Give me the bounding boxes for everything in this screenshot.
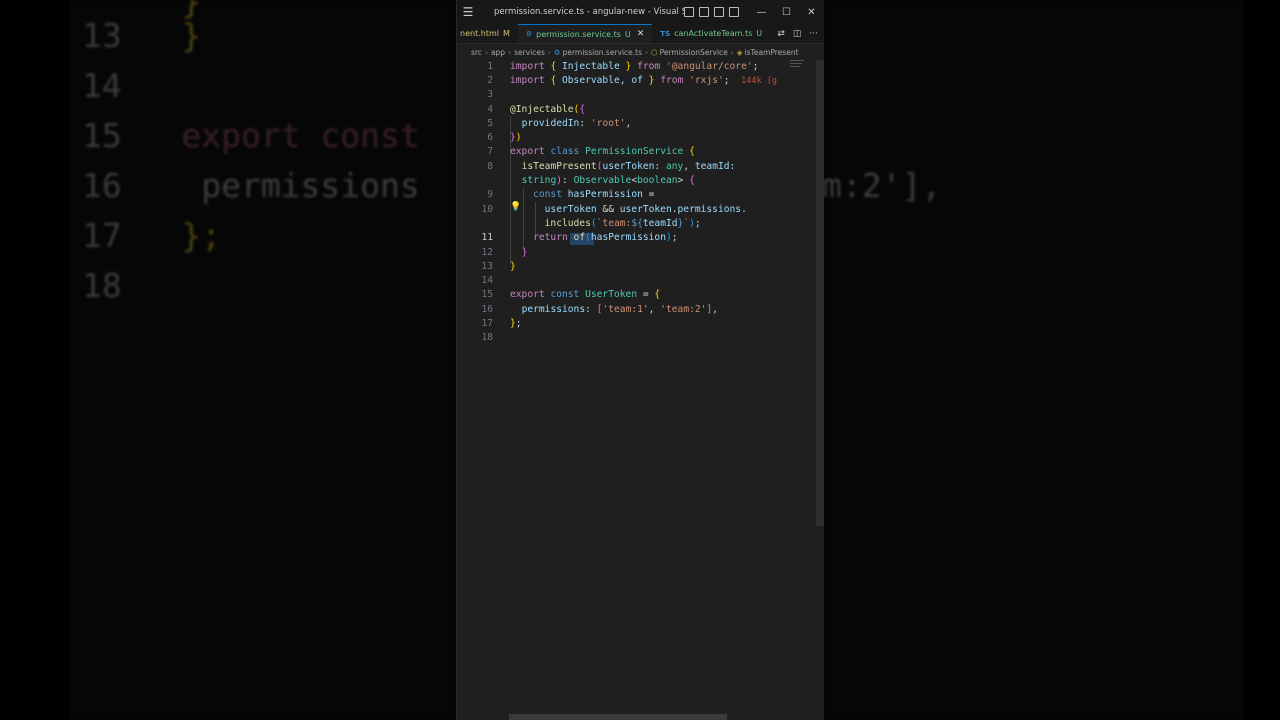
breadcrumb-item[interactable]: app bbox=[491, 48, 505, 57]
window-title: permission.service.ts - angular-new - Vi… bbox=[494, 7, 684, 17]
title-bar: ☰ permission.service.ts - angular-new - … bbox=[457, 0, 824, 24]
more-actions-icon[interactable]: ··· bbox=[809, 29, 818, 39]
line-number: 15 bbox=[481, 289, 493, 301]
bg-line-number: 17 bbox=[82, 216, 122, 255]
line-number: 8 bbox=[487, 160, 493, 172]
code-line: } bbox=[510, 260, 516, 272]
typescript-file-icon: TS bbox=[660, 29, 671, 38]
code-editor[interactable]: 1 import { Injectable } from '@angular/c… bbox=[457, 60, 824, 720]
tab-permission-service[interactable]: ⚙ permission.service.ts U ✕ bbox=[517, 24, 653, 43]
code-line: permissions: ['team:1', 'team:2'], bbox=[521, 303, 719, 315]
code-line: export class PermissionService { bbox=[510, 146, 695, 158]
code-line: return of(hasPermission); bbox=[533, 232, 678, 244]
breadcrumb-item[interactable]: services bbox=[514, 48, 545, 57]
vscode-window: ☰ permission.service.ts - angular-new - … bbox=[456, 0, 824, 720]
code-line: import { Observable, of } from 'rxjs'; 1… bbox=[510, 74, 777, 86]
open-changes-icon[interactable]: ⇄ bbox=[777, 29, 785, 39]
line-number: 17 bbox=[481, 318, 493, 330]
close-tab-icon[interactable]: ✕ bbox=[637, 29, 645, 39]
line-number: 2 bbox=[487, 74, 493, 86]
hamburger-menu-icon[interactable]: ☰ bbox=[457, 5, 479, 19]
code-line: string): Observable<boolean> { bbox=[521, 175, 695, 187]
maximize-button[interactable]: ☐ bbox=[774, 7, 799, 18]
line-number: 18 bbox=[481, 332, 493, 344]
code-line: }) bbox=[510, 132, 522, 144]
untracked-badge: U bbox=[756, 29, 763, 38]
code-line: providedIn: 'root', bbox=[521, 117, 632, 129]
bg-line-number: 13 bbox=[82, 16, 122, 55]
minimap[interactable] bbox=[790, 60, 810, 80]
breadcrumb-item[interactable]: permission.service.ts bbox=[563, 48, 642, 57]
angular-service-icon: ⚙ bbox=[553, 47, 561, 57]
tab-label: canActivateTeam.ts bbox=[674, 29, 753, 38]
background-zoom-left: } 13 } 14 15 export const 16 permissions… bbox=[0, 0, 456, 720]
customize-layout-icon[interactable] bbox=[729, 7, 739, 17]
breadcrumb-item[interactable]: src bbox=[471, 48, 482, 57]
current-line-number: 11 bbox=[481, 232, 493, 244]
code-line: } bbox=[521, 246, 528, 258]
window-controls: — ☐ ✕ bbox=[749, 7, 824, 18]
line-number: 7 bbox=[487, 146, 493, 158]
line-number: 9 bbox=[487, 189, 493, 201]
modified-badge: M bbox=[502, 29, 510, 38]
line-number: 5 bbox=[487, 117, 493, 129]
import-cost-hint: 144k (g bbox=[741, 75, 777, 86]
bg-line-number: 16 bbox=[82, 166, 122, 205]
editor-tabs: nent.html M ⚙ permission.service.ts U ✕ … bbox=[457, 24, 824, 44]
close-window-button[interactable]: ✕ bbox=[799, 7, 824, 18]
untracked-badge: U bbox=[624, 29, 631, 39]
tab-label: nent.html bbox=[460, 29, 499, 38]
tab-label: permission.service.ts bbox=[536, 29, 621, 39]
line-number: 13 bbox=[481, 260, 493, 272]
vertical-scrollbar[interactable] bbox=[816, 60, 824, 526]
line-number: 10 bbox=[481, 203, 493, 215]
layout-controls bbox=[684, 7, 739, 17]
code-line: isTeamPresent(userToken: any, teamId: bbox=[521, 160, 736, 172]
code-line: }; bbox=[510, 318, 522, 330]
toggle-panel-icon[interactable] bbox=[699, 7, 709, 17]
code-line: includes(`team:${teamId}`); bbox=[544, 217, 701, 229]
code-line: import { Injectable } from '@angular/cor… bbox=[510, 60, 759, 72]
horizontal-scrollbar[interactable] bbox=[509, 714, 727, 720]
editor-actions: ⇄ ◫ ··· bbox=[777, 24, 824, 43]
line-number: 4 bbox=[487, 103, 493, 115]
breadcrumb: src › app › services › ⚙ permission.service.… bbox=[471, 47, 799, 57]
breadcrumb-item[interactable]: isTeamPresent bbox=[745, 48, 799, 57]
bg-line-number: 15 bbox=[82, 116, 122, 155]
code-line: userToken && userToken.permissions. bbox=[544, 203, 747, 215]
tab-component-html[interactable]: nent.html M bbox=[457, 24, 518, 43]
angular-service-icon: ⚙ bbox=[525, 30, 533, 38]
bg-line-number: 14 bbox=[82, 66, 122, 105]
minimize-button[interactable]: — bbox=[749, 7, 774, 18]
toggle-primary-sidebar-icon[interactable] bbox=[684, 7, 694, 17]
code-line: const hasPermission = bbox=[533, 189, 655, 201]
line-number: 16 bbox=[481, 303, 493, 315]
bg-line-number: 18 bbox=[82, 266, 122, 305]
tab-can-activate-team[interactable]: TS canActivateTeam.ts U bbox=[652, 24, 770, 43]
lightbulb-icon[interactable]: 💡 bbox=[510, 202, 521, 212]
line-number: 6 bbox=[487, 132, 493, 144]
line-number: 3 bbox=[487, 89, 493, 101]
breadcrumb-item[interactable]: PermissionService bbox=[660, 48, 728, 57]
line-number: 14 bbox=[481, 275, 493, 287]
code-line: export const UserToken = { bbox=[510, 289, 661, 301]
class-symbol-icon: ⬡ bbox=[651, 47, 658, 57]
code-line: @Injectable({ bbox=[510, 103, 586, 115]
method-symbol-icon: ◈ bbox=[736, 47, 743, 57]
split-editor-icon[interactable]: ◫ bbox=[793, 29, 802, 39]
line-number: 1 bbox=[487, 60, 493, 72]
toggle-secondary-sidebar-icon[interactable] bbox=[714, 7, 724, 17]
background-zoom-right: m:2'], bbox=[824, 0, 1280, 720]
line-number: 12 bbox=[481, 246, 493, 258]
